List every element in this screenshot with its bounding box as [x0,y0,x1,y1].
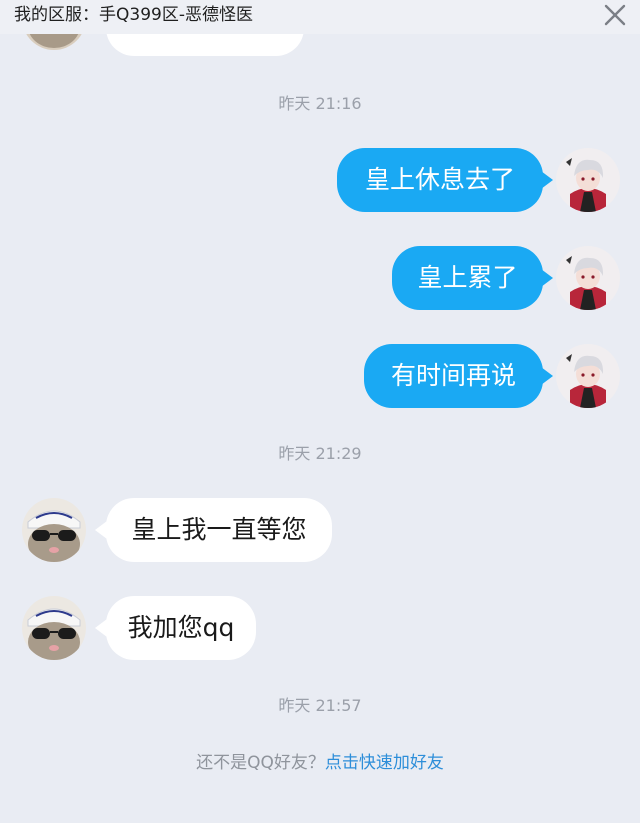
message-text: 皇上休息去了 [364,165,515,194]
not-friend-text: 还不是QQ好友？ [196,753,325,773]
message-text: 皇上我一直等您 [131,515,307,544]
timestamp: 昨天 21:16 [278,94,362,113]
other-avatar[interactable] [22,596,86,660]
sent-message-bubble[interactable]: 有时间再说 [364,344,543,408]
chat-header: 我的区服：手Q399区-恶德怪医 [0,0,640,34]
add-friend-notice: 还不是QQ好友？点击快速加好友 [0,752,640,774]
bubble-tail [541,269,553,287]
received-message-bubble[interactable]: 我加您qq [106,596,256,660]
self-avatar[interactable] [556,344,620,408]
sent-message-bubble[interactable]: 皇上休息去了 [337,148,543,212]
add-friend-link[interactable]: 点击快速加好友 [325,753,444,773]
message-text: 有时间再说 [390,361,516,390]
chat-window: 我的区服：手Q399区-恶德怪医 昨天 21:16 皇上休息去了 皇上累了 有时… [0,0,640,823]
received-message-bubble[interactable]: 皇上我一直等您 [106,498,332,562]
other-avatar[interactable] [22,498,86,562]
bubble-tail [541,367,553,385]
timestamp: 昨天 21:29 [278,444,362,463]
message-text: 我加您qq [127,613,235,642]
close-icon[interactable] [602,2,628,28]
timestamp: 昨天 21:57 [278,696,362,715]
message-text: 皇上累了 [417,263,518,292]
self-avatar[interactable] [556,246,620,310]
bubble-tail [541,171,553,189]
self-avatar[interactable] [556,148,620,212]
server-title: 我的区服：手Q399区-恶德怪医 [14,5,253,25]
sent-message-bubble[interactable]: 皇上累了 [392,246,543,310]
